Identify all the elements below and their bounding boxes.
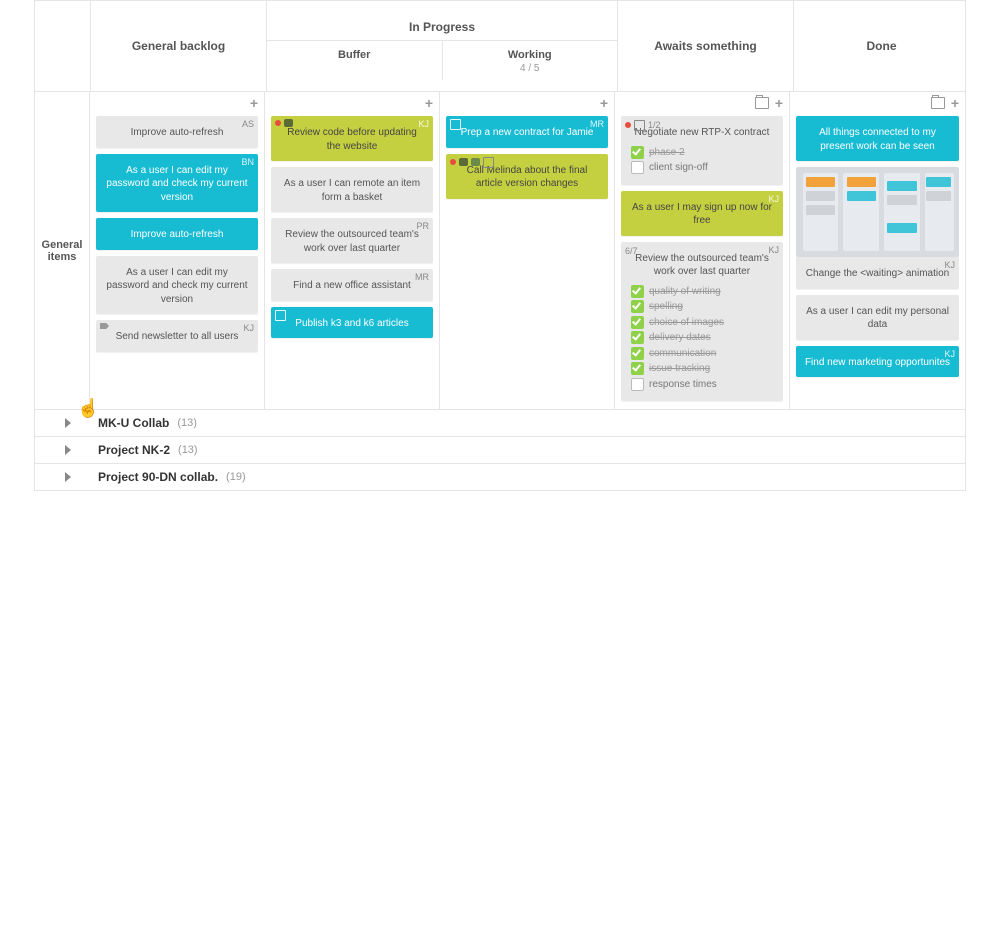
add-card-icon[interactable]: + xyxy=(951,95,959,111)
priority-icon xyxy=(275,120,281,126)
card[interactable]: 1/2 Negotiate new RTP-X contract phase 2… xyxy=(621,116,783,185)
chevron-right-icon xyxy=(65,472,71,482)
column-header-awaits: Awaits something xyxy=(618,1,794,91)
column-header-buffer: Buffer xyxy=(267,41,443,80)
card[interactable]: KJ Send newsletter to all users xyxy=(96,320,258,352)
add-card-icon[interactable]: + xyxy=(250,95,258,111)
card[interactable]: AS Improve auto-refresh xyxy=(96,116,258,148)
check-item[interactable]: choice of images xyxy=(631,316,773,330)
comment-icon xyxy=(284,119,293,127)
priority-icon xyxy=(450,159,456,165)
calendar-icon xyxy=(275,310,286,321)
lane-backlog[interactable]: + AS Improve auto-refresh BN As a user I… xyxy=(90,92,265,409)
kanban-board: General backlog In Progress Buffer Worki… xyxy=(34,0,966,491)
chevron-right-icon xyxy=(65,418,71,428)
checklist-count: 6/7 xyxy=(625,245,638,257)
card[interactable]: As a user I can remote an item form a ba… xyxy=(271,167,433,212)
card[interactable]: KJ Review code before updating the websi… xyxy=(271,116,433,161)
lane-done[interactable]: + All things connected to my present wor… xyxy=(790,92,965,409)
checkbox-icon[interactable] xyxy=(631,300,644,313)
card[interactable]: 6/7 KJ Review the outsourced team's work… xyxy=(621,242,783,402)
assignee-badge: KJ xyxy=(944,259,955,271)
assignee-badge: KJ xyxy=(944,348,955,360)
checkbox-icon[interactable] xyxy=(631,362,644,375)
column-header-backlog: General backlog xyxy=(91,1,267,91)
swimlane-count: (13) xyxy=(177,417,197,429)
assignee-badge: KJ xyxy=(768,193,779,205)
card[interactable]: Improve auto-refresh xyxy=(96,218,258,250)
column-header-done: Done xyxy=(794,1,969,91)
checkbox-icon[interactable] xyxy=(631,331,644,344)
check-item[interactable]: quality of writing xyxy=(631,285,773,299)
calendar-icon xyxy=(450,119,461,130)
assignee-badge: BN xyxy=(241,156,254,168)
add-card-icon[interactable]: + xyxy=(775,95,783,111)
calendar-icon xyxy=(634,120,645,131)
card[interactable]: MR Prep a new contract for Jamie xyxy=(446,116,608,148)
assignee-badge: KJ xyxy=(768,244,779,256)
checkbox-icon[interactable] xyxy=(631,316,644,329)
assignee-badge: KJ xyxy=(243,322,254,334)
check-item[interactable]: phase 2 xyxy=(631,146,773,160)
add-card-icon[interactable]: + xyxy=(600,95,608,111)
column-header-inprogress: In Progress Buffer Working 4 / 5 xyxy=(267,1,618,91)
lane-buffer[interactable]: + KJ Review code before updating the web… xyxy=(265,92,440,409)
card[interactable]: As a user I can edit my personal data xyxy=(796,295,959,340)
comment-icon xyxy=(459,158,468,166)
assignee-badge: AS xyxy=(242,118,254,130)
card[interactable]: Call Melinda about the final article ver… xyxy=(446,154,608,199)
card[interactable]: KJ Find new marketing opportunites xyxy=(796,346,959,378)
swimlane-name: MK-U Collab xyxy=(98,416,169,430)
card-thumbnail xyxy=(796,167,959,257)
card[interactable]: BN As a user I can edit my password and … xyxy=(96,154,258,213)
assignee-badge: PR xyxy=(416,220,429,232)
add-card-icon[interactable]: + xyxy=(425,95,433,111)
checklist: phase 2 client sign-off xyxy=(629,146,775,175)
column-header-row: General backlog In Progress Buffer Worki… xyxy=(35,1,965,92)
swimlane-collapsed[interactable]: MK-U Collab (13) xyxy=(35,410,965,437)
folder-icon[interactable] xyxy=(931,97,945,109)
chevron-right-icon xyxy=(65,445,71,455)
swimlane-name: Project NK-2 xyxy=(98,443,170,457)
check-item[interactable]: communication xyxy=(631,347,773,361)
swimlane-count: (13) xyxy=(178,444,198,456)
comment-icon xyxy=(471,158,480,166)
swimlane-label: General items xyxy=(35,92,90,409)
checkbox-icon[interactable] xyxy=(631,347,644,360)
swimlane-count: (19) xyxy=(226,471,246,483)
calendar-icon xyxy=(483,157,494,168)
card-with-thumbnail[interactable]: KJ Change the <waiting> animation xyxy=(796,167,959,289)
assignee-badge: KJ xyxy=(418,118,429,130)
column-header-working: Working 4 / 5 xyxy=(443,41,618,80)
swimlane-general-items: General items + AS Improve auto-refresh … xyxy=(35,92,965,410)
swimlane-collapsed[interactable]: Project 90-DN collab. (19) xyxy=(35,464,965,490)
lane-awaits[interactable]: + 1/2 Negotiate new RTP-X contract phase… xyxy=(615,92,790,409)
assignee-badge: MR xyxy=(590,118,604,130)
priority-icon xyxy=(625,122,631,128)
folder-icon[interactable] xyxy=(755,97,769,109)
check-item[interactable]: issue tracking xyxy=(631,362,773,376)
wip-limit: 4 / 5 xyxy=(447,63,614,74)
check-item[interactable]: client sign-off xyxy=(631,161,773,175)
checkbox-icon[interactable] xyxy=(631,285,644,298)
check-item[interactable]: response times xyxy=(631,378,773,392)
card[interactable]: All things connected to my present work … xyxy=(796,116,959,161)
check-item[interactable]: delivery dates xyxy=(631,331,773,345)
checkbox-icon[interactable] xyxy=(631,146,644,159)
checklist-count: 1/2 xyxy=(648,119,661,131)
card[interactable]: KJ As a user I may sign up now for free xyxy=(621,191,783,236)
check-item[interactable]: spelling xyxy=(631,300,773,314)
checkbox-icon[interactable] xyxy=(631,161,644,174)
card[interactable]: PR Review the outsourced team's work ove… xyxy=(271,218,433,263)
swimlane-name: Project 90-DN collab. xyxy=(98,470,218,484)
assignee-badge: MR xyxy=(415,271,429,283)
checkbox-icon[interactable] xyxy=(631,378,644,391)
card[interactable]: As a user I can edit my password and che… xyxy=(96,256,258,315)
checklist: quality of writing spelling choice of im… xyxy=(629,285,775,392)
tag-icon xyxy=(100,323,109,329)
card[interactable]: Publish k3 and k6 articles xyxy=(271,307,433,339)
card[interactable]: MR Find a new office assistant xyxy=(271,269,433,301)
lane-working[interactable]: + MR Prep a new contract for Jamie Call … xyxy=(440,92,615,409)
swimlane-collapsed[interactable]: Project NK-2 (13) xyxy=(35,437,965,464)
